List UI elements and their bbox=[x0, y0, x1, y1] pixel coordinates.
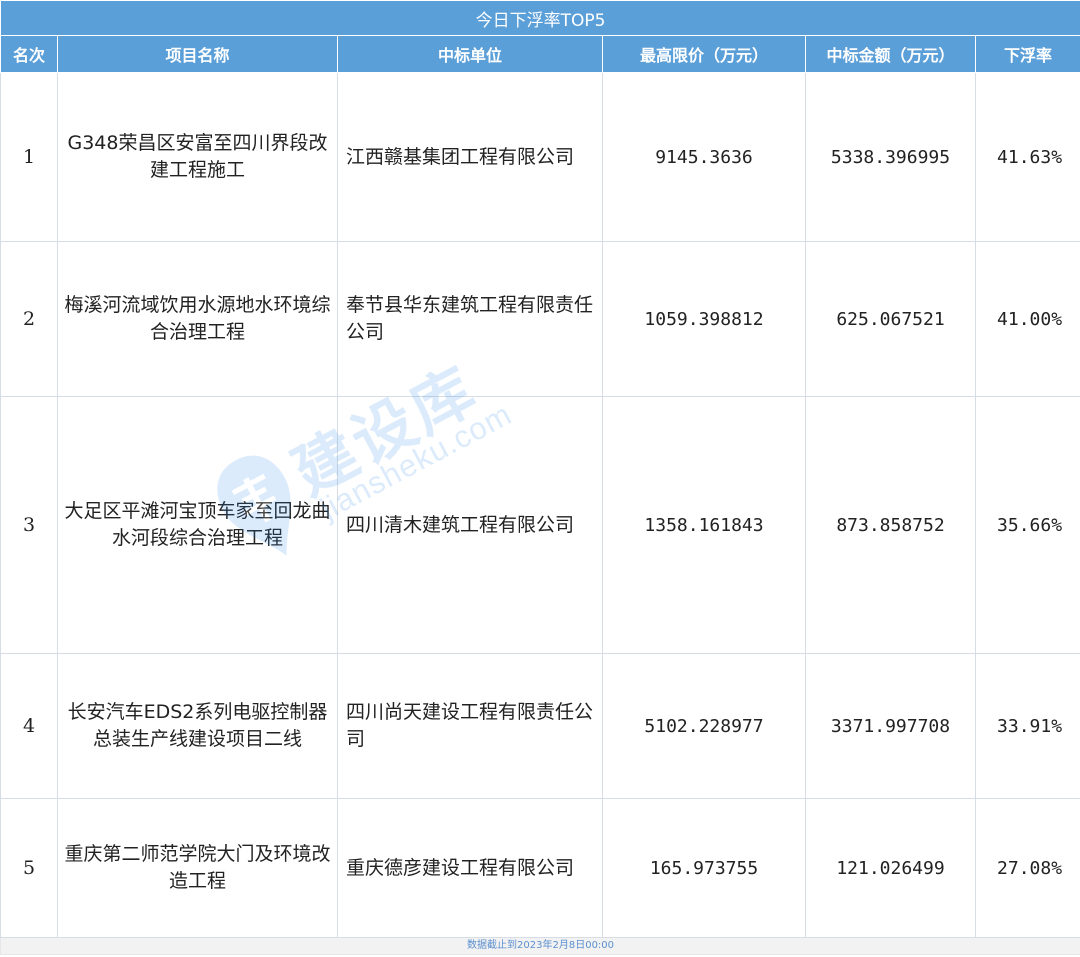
rate-cell: 41.63% bbox=[974, 72, 1080, 242]
header-project: 项目名称 bbox=[57, 35, 338, 73]
max-price-cell: 5102.228977 bbox=[602, 653, 806, 799]
header-max-price: 最高限价（万元） bbox=[602, 35, 806, 73]
bidder-cell: 重庆德彦建设工程有限公司 bbox=[337, 798, 603, 938]
project-name-cell: 长安汽车EDS2系列电驱控制器总装生产线建设项目二线 bbox=[57, 653, 338, 799]
bid-amount-cell: 873.858752 bbox=[805, 396, 976, 654]
bidder-cell: 四川尚天建设工程有限责任公司 bbox=[337, 653, 603, 799]
bid-amount-cell: 121.026499 bbox=[805, 798, 976, 938]
bid-amount-cell: 5338.396995 bbox=[805, 72, 976, 242]
bidder-cell: 江西赣基集团工程有限公司 bbox=[337, 72, 603, 242]
header-rank: 名次 bbox=[0, 35, 58, 73]
header-rate: 下浮率 bbox=[974, 35, 1080, 73]
table-title-row: 今日下浮率TOP5 bbox=[0, 0, 1080, 36]
bid-amount-cell: 3371.997708 bbox=[805, 653, 976, 799]
rank-cell: 5 bbox=[0, 798, 58, 938]
bidder-cell: 奉节县华东建筑工程有限责任公司 bbox=[337, 241, 603, 397]
max-price-cell: 1059.398812 bbox=[602, 241, 806, 397]
project-name-cell: 梅溪河流域饮用水源地水环境综合治理工程 bbox=[57, 241, 338, 397]
rate-cell: 27.08% bbox=[974, 798, 1080, 938]
max-price-cell: 165.973755 bbox=[602, 798, 806, 938]
rate-cell: 33.91% bbox=[974, 653, 1080, 799]
max-price-cell: 1358.161843 bbox=[602, 396, 806, 654]
rate-cell: 35.66% bbox=[974, 396, 1080, 654]
table-row: 4 长安汽车EDS2系列电驱控制器总装生产线建设项目二线 四川尚天建设工程有限责… bbox=[0, 653, 1080, 799]
table-title: 今日下浮率TOP5 bbox=[0, 0, 1080, 36]
max-price-cell: 9145.3636 bbox=[602, 72, 806, 242]
table-row: 2 梅溪河流域饮用水源地水环境综合治理工程 奉节县华东建筑工程有限责任公司 10… bbox=[0, 241, 1080, 397]
rank-cell: 1 bbox=[0, 72, 58, 242]
project-name-cell: 重庆第二师范学院大门及环境改造工程 bbox=[57, 798, 338, 938]
header-bid-amount: 中标金额（万元） bbox=[805, 35, 976, 73]
project-name-cell: 大足区平滩河宝顶车家至回龙曲水河段综合治理工程 bbox=[57, 396, 338, 654]
table-footer-row: 数据截止到2023年2月8日00:00 bbox=[0, 937, 1080, 955]
bidder-cell: 四川清木建筑工程有限公司 bbox=[337, 396, 603, 654]
data-cutoff-note: 数据截止到2023年2月8日00:00 bbox=[0, 937, 1080, 955]
table-row: 5 重庆第二师范学院大门及环境改造工程 重庆德彦建设工程有限公司 165.973… bbox=[0, 798, 1080, 938]
header-bidder: 中标单位 bbox=[337, 35, 603, 73]
table-row: 1 G348荣昌区安富至四川界段改建工程施工 江西赣基集团工程有限公司 9145… bbox=[0, 72, 1080, 242]
project-name-cell: G348荣昌区安富至四川界段改建工程施工 bbox=[57, 72, 338, 242]
rate-cell: 41.00% bbox=[974, 241, 1080, 397]
bid-amount-cell: 625.067521 bbox=[805, 241, 976, 397]
table-row: 3 大足区平滩河宝顶车家至回龙曲水河段综合治理工程 四川清木建筑工程有限公司 1… bbox=[0, 396, 1080, 654]
rank-cell: 3 bbox=[0, 396, 58, 654]
tender-rate-sheet: 今日下浮率TOP5 名次 项目名称 中标单位 最高限价（万元） 中标金额（万元）… bbox=[0, 0, 1080, 957]
rank-cell: 4 bbox=[0, 653, 58, 799]
rank-cell: 2 bbox=[0, 241, 58, 397]
rate-ranking-table: 今日下浮率TOP5 名次 项目名称 中标单位 最高限价（万元） 中标金额（万元）… bbox=[0, 0, 1080, 955]
table-header-row: 名次 项目名称 中标单位 最高限价（万元） 中标金额（万元） 下浮率 bbox=[0, 35, 1080, 73]
